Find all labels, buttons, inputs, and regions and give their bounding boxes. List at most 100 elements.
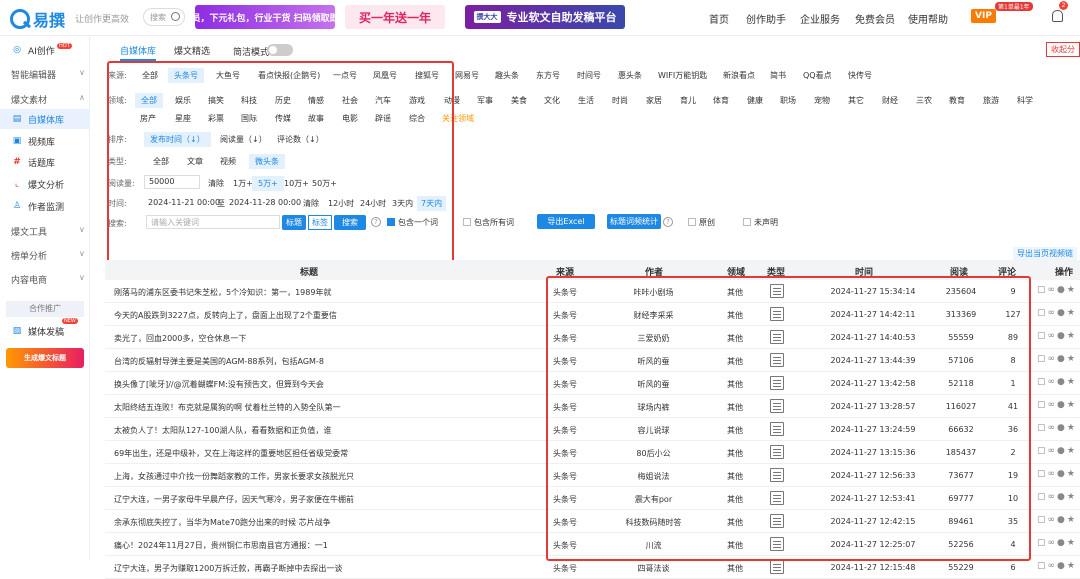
domain-option[interactable]: 体育 (713, 95, 729, 106)
top-search-input[interactable]: 搜索 (143, 8, 185, 26)
source-option[interactable]: 新浪看点 (723, 70, 755, 81)
star-icon[interactable]: ★ (1067, 538, 1077, 548)
domain-option[interactable]: 科学 (1017, 95, 1033, 106)
logo[interactable]: 易撰 (10, 7, 65, 31)
article-title-link[interactable]: 卖光了，回血2000多，空仓休息一下 (114, 333, 384, 344)
checkbox-unchecked[interactable] (463, 218, 471, 226)
copy-icon[interactable]: ▢ (1037, 308, 1048, 318)
link-icon[interactable]: ∞ (1048, 492, 1058, 502)
article-title-link[interactable]: 太阳终结五连败！布克就是属狗的啊 仗着杜兰特的入勢全队第一 (114, 402, 384, 413)
article-title-link[interactable]: 太被负人了！太阳队127-100湖人队，看看数据和正负值，谁 (114, 425, 384, 436)
nav-help[interactable]: 使用帮助 (908, 11, 948, 26)
star-icon[interactable]: ★ (1067, 285, 1077, 295)
collapse-button[interactable]: 收起分 (1046, 42, 1080, 57)
record-icon[interactable]: ● (1057, 400, 1067, 410)
source-option[interactable]: 趣头条 (495, 70, 519, 81)
link-icon[interactable]: ∞ (1048, 561, 1058, 571)
star-icon[interactable]: ★ (1067, 515, 1077, 525)
sidebar-section-materials[interactable]: 爆文素材 ∧ (11, 93, 85, 106)
article-title-link[interactable]: 69年出生，还是中级补，又在上海这样的重要地区担任省级党委常 (114, 448, 384, 459)
source-option[interactable]: WIFI万能钥匙 (658, 70, 707, 81)
tab-featured[interactable]: 爆文精选 (174, 44, 210, 61)
simple-mode-toggle[interactable] (267, 44, 293, 56)
link-icon[interactable]: ∞ (1048, 423, 1058, 433)
article-title-link[interactable]: 刚落马的浦东区委书记朱芝松，5个冷知识：第一，1989年就 (114, 287, 384, 298)
help-icon[interactable]: ? (663, 217, 673, 227)
record-icon[interactable]: ● (1057, 331, 1067, 341)
header-title[interactable]: 标题 (300, 265, 318, 278)
domain-option[interactable]: 家居 (646, 95, 662, 106)
copy-icon[interactable]: ▢ (1037, 492, 1048, 502)
sidebar-item-video-library[interactable]: ▣ 视频库 (0, 131, 90, 151)
copy-icon[interactable]: ▢ (1037, 446, 1048, 456)
article-title-link[interactable]: 台湾的反辐射导弹主要是美国的AGM-88系列，包括AGM-8 (114, 356, 384, 367)
copy-icon[interactable]: ▢ (1037, 561, 1048, 571)
link-icon[interactable]: ∞ (1048, 354, 1058, 364)
domain-option[interactable]: 旅游 (983, 95, 999, 106)
source-option[interactable]: 东方号 (536, 70, 560, 81)
search-icon[interactable] (171, 12, 180, 21)
link-icon[interactable]: ∞ (1048, 515, 1058, 525)
domain-option[interactable]: 生活 (578, 95, 594, 106)
star-icon[interactable]: ★ (1067, 469, 1077, 479)
star-icon[interactable]: ★ (1067, 446, 1077, 456)
copy-icon[interactable]: ▢ (1037, 400, 1048, 410)
link-icon[interactable]: ∞ (1048, 400, 1058, 410)
article-title-link[interactable]: 痛心！2024年11月27日，贵州铜仁市思南县官方通报：一1 (114, 540, 384, 551)
record-icon[interactable]: ● (1057, 308, 1067, 318)
star-icon[interactable]: ★ (1067, 331, 1077, 341)
tab-media-library[interactable]: 自媒体库 (120, 44, 157, 61)
nav-home[interactable]: 首页 (709, 11, 729, 26)
article-title-link[interactable]: 上海，女孩通过中介找一份舞蹈家教的工作，男家长要求女孩脱光只 (114, 471, 384, 482)
link-icon[interactable]: ∞ (1048, 446, 1058, 456)
domain-option[interactable]: 美食 (511, 95, 527, 106)
record-icon[interactable]: ● (1057, 515, 1067, 525)
copy-icon[interactable]: ▢ (1037, 538, 1048, 548)
sidebar-item-media-release[interactable]: ▧ 媒体发稿 NEW (0, 318, 90, 341)
banner-press-release[interactable]: 撰大大 专业软文自助发稿平台 (465, 5, 625, 29)
sidebar-section-tools[interactable]: 爆文工具 ∨ (11, 225, 85, 238)
copy-icon[interactable]: ▢ (1037, 285, 1048, 295)
checkbox-unchecked[interactable] (743, 218, 751, 226)
record-icon[interactable]: ● (1057, 469, 1067, 479)
domain-option[interactable]: 财经 (882, 95, 898, 106)
sidebar-item-author-monitor[interactable]: ♙ 作者监测 (0, 196, 90, 216)
record-icon[interactable]: ● (1057, 377, 1067, 387)
bell-icon[interactable] (1052, 10, 1063, 22)
star-icon[interactable]: ★ (1067, 377, 1077, 387)
link-icon[interactable]: ∞ (1048, 331, 1058, 341)
domain-option[interactable]: 健康 (747, 95, 763, 106)
copy-icon[interactable]: ▢ (1037, 354, 1048, 364)
record-icon[interactable]: ● (1057, 423, 1067, 433)
article-title-link[interactable]: 换头像了[呲牙]//@沉着蝴蝶FM:没有预告文，但算到今天会 (114, 379, 384, 390)
sidebar-item-media-library[interactable]: ▤ 自媒体库 (0, 109, 90, 129)
sidebar-item-article-analysis[interactable]: ⌞ 爆文分析 (0, 174, 90, 194)
star-icon[interactable]: ★ (1067, 354, 1077, 364)
domain-option[interactable]: 其它 (848, 95, 864, 106)
nav-writing-assistant[interactable]: 创作助手 (746, 11, 786, 26)
checkbox-unchecked[interactable] (688, 218, 696, 226)
article-title-link[interactable]: 辽宁大连，一男子家母牛早晨产仔，因天气寒冷，男子家便在牛棚前 (114, 494, 384, 505)
record-icon[interactable]: ● (1057, 285, 1067, 295)
record-icon[interactable]: ● (1057, 561, 1067, 571)
sidebar-section-rankings[interactable]: 榜单分析 ∨ (11, 249, 85, 262)
link-icon[interactable]: ∞ (1048, 308, 1058, 318)
link-icon[interactable]: ∞ (1048, 285, 1058, 295)
title-word-stats-button[interactable]: 标题词频统计 (607, 214, 661, 229)
domain-option[interactable]: 宠物 (814, 95, 830, 106)
checkbox-all-words[interactable]: 包含所有词 (463, 217, 514, 228)
domain-option[interactable]: 育儿 (680, 95, 696, 106)
star-icon[interactable]: ★ (1067, 308, 1077, 318)
domain-option[interactable]: 文化 (544, 95, 560, 106)
copy-icon[interactable]: ▢ (1037, 469, 1048, 479)
source-option[interactable]: 简书 (770, 70, 786, 81)
copy-icon[interactable]: ▢ (1037, 331, 1048, 341)
copy-icon[interactable]: ▢ (1037, 423, 1048, 433)
domain-option[interactable]: 军事 (477, 95, 493, 106)
link-icon[interactable]: ∞ (1048, 469, 1058, 479)
article-title-link[interactable]: 今天的A股跌到3227点，反转向上了，盘面上出现了2个重要信 (114, 310, 384, 321)
star-icon[interactable]: ★ (1067, 423, 1077, 433)
star-icon[interactable]: ★ (1067, 400, 1077, 410)
export-page-video-links-button[interactable]: 导出当页视频链 (1013, 247, 1077, 260)
article-title-link[interactable]: 辽宁大连，男子为赚取1200万拆迁款，再霸子断掉中去探出一谈 (114, 563, 384, 574)
